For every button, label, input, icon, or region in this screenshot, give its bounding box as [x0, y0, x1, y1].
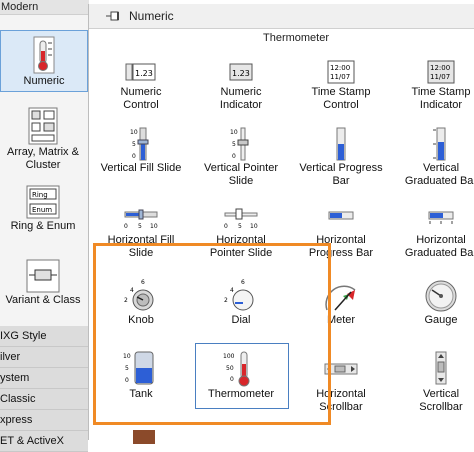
vertical-fill-slide-icon: 10 5 0 [130, 127, 149, 161]
date-display: 11/07 [430, 73, 450, 81]
item-label: Horizontal [416, 234, 466, 246]
item-horizontal-graduated-bar[interactable]: Horizontal Graduated Bar [396, 208, 474, 260]
horizontal-graduated-bar-icon [428, 211, 454, 224]
item-numeric-control[interactable]: 1.23 Numeric Control [96, 58, 186, 112]
time-stamp-indicator-icon: 12:00 11/07 [427, 60, 455, 84]
numeric-indicator-icon: 1.23 [229, 63, 253, 81]
tick-label: 5 [232, 141, 236, 148]
category-array-matrix-cluster[interactable]: Array, Matrix & Cluster [0, 106, 86, 172]
tick-label: 5 [132, 141, 136, 148]
subpalette-header: Numeric [89, 4, 474, 29]
item-vertical-fill-slide[interactable]: 10 5 0 Vertical Fill Slide [96, 126, 186, 175]
item-label: Numeric [120, 86, 162, 98]
gauge-icon [425, 280, 457, 312]
vertical-graduated-bar-icon [433, 127, 446, 161]
tick-label: 10 [150, 223, 158, 230]
tick-label: 10 [250, 223, 258, 230]
palette-header: Modern [0, 0, 89, 15]
other-palettes-list: IXG Style ilver ystem Classic xpress ET … [0, 326, 88, 452]
item-vertical-scrollbar[interactable]: Vertical Scrollbar [396, 350, 474, 414]
category-label: Array, Matrix & [7, 146, 79, 158]
svg-text:Ring: Ring [32, 191, 48, 199]
palette-row[interactable]: ET & ActiveX [0, 431, 88, 452]
palette-row[interactable]: ilver [0, 347, 88, 368]
svg-text:Enum: Enum [32, 206, 52, 214]
time-display: 12:00 [430, 64, 450, 72]
category-label-line2: Cluster [25, 159, 61, 171]
time-display: 12:00 [330, 64, 350, 72]
item-label: Time Stamp [411, 86, 471, 98]
category-variant-class[interactable]: Variant & Class [0, 258, 86, 307]
variant-icon [26, 259, 60, 293]
numeric-palette-window: Modern Numeric Array, Matrix & Cluster R… [0, 0, 474, 452]
ring-enum-icon: Ring Enum [26, 185, 60, 219]
numeric-display: 1.23 [135, 69, 153, 78]
category-label: Numeric [23, 75, 65, 87]
item-label-line2: Indicator [219, 99, 263, 111]
item-label-line2: Control [323, 99, 359, 111]
palette-row[interactable]: IXG Style [0, 326, 88, 347]
date-display: 11/07 [330, 73, 350, 81]
item-label-line2: Graduated Bar [404, 175, 474, 187]
category-ring-enum[interactable]: Ring Enum Ring & Enum [0, 184, 86, 233]
palette-row[interactable]: xpress [0, 410, 88, 431]
hover-tooltip: Thermometer [263, 32, 330, 44]
item-label: Vertical Fill Slide [100, 162, 182, 174]
palette-row[interactable]: ystem [0, 368, 88, 389]
item-label: Vertical [422, 388, 460, 400]
annotation-highlight-box [93, 243, 331, 425]
vertical-progress-bar-icon [336, 127, 346, 161]
array-icon [28, 107, 58, 145]
palette-row[interactable]: Classic [0, 389, 88, 410]
category-palette: Modern Numeric Array, Matrix & Cluster R… [0, 0, 89, 452]
numeric-display: 1.23 [232, 69, 250, 78]
category-numeric[interactable]: Numeric [0, 30, 88, 92]
horizontal-progress-bar-icon [328, 211, 354, 220]
horizontal-pointer-slide-icon: 0 5 10 [224, 208, 258, 230]
vertical-scrollbar-icon [435, 351, 447, 385]
tick-label: 5 [238, 223, 242, 230]
item-label: Vertical Pointer [204, 162, 278, 174]
vertical-pointer-slide-icon: 10 5 0 [230, 127, 249, 161]
category-label: Variant & Class [5, 294, 81, 306]
item-label: Gauge [424, 314, 458, 326]
item-label-line2: Bar [332, 175, 350, 187]
category-label: Ring & Enum [10, 220, 76, 232]
tick-label: 0 [232, 153, 236, 160]
time-stamp-control-icon: 12:00 11/07 [327, 60, 355, 84]
item-gauge[interactable]: Gauge [396, 276, 474, 327]
pin-icon[interactable] [105, 10, 121, 22]
item-vertical-progress-bar[interactable]: Vertical Progress Bar [296, 126, 386, 188]
tick-label: 0 [224, 223, 228, 230]
item-label: Vertical Progress [299, 162, 383, 174]
item-numeric-indicator[interactable]: 1.23 Numeric Indicator [196, 58, 286, 112]
item-vertical-graduated-bar[interactable]: Vertical Graduated Bar [396, 126, 474, 188]
horizontal-fill-slide-icon: 0 5 10 [124, 209, 158, 230]
item-time-stamp-control[interactable]: 12:00 11/07 Time Stamp Control [296, 58, 386, 112]
item-vertical-pointer-slide[interactable]: 10 5 0 Vertical Pointer Slide [196, 126, 286, 188]
tick-label: 5 [138, 223, 142, 230]
item-label-line2: Control [123, 99, 159, 111]
tick-label: 10 [230, 129, 238, 136]
item-label: Vertical [422, 162, 460, 174]
item-label-line2: Graduated Bar [404, 247, 474, 259]
item-time-stamp-indicator[interactable]: 12:00 11/07 Time Stamp Indicator [396, 58, 474, 112]
item-label-line2: Slide [228, 175, 254, 187]
item-label: Time Stamp [311, 86, 371, 98]
item-label: Numeric [220, 86, 262, 98]
item-label-line2: Scrollbar [419, 401, 463, 413]
tick-label: 0 [132, 153, 136, 160]
tick-label: 10 [130, 129, 138, 136]
item-label-line2: Indicator [419, 99, 463, 111]
scroll-tab [133, 430, 155, 444]
numeric-control-icon: 1.23 [125, 63, 156, 81]
tick-label: 0 [124, 223, 128, 230]
thermometer-icon [33, 36, 55, 74]
subpalette-title: Numeric [129, 9, 174, 23]
